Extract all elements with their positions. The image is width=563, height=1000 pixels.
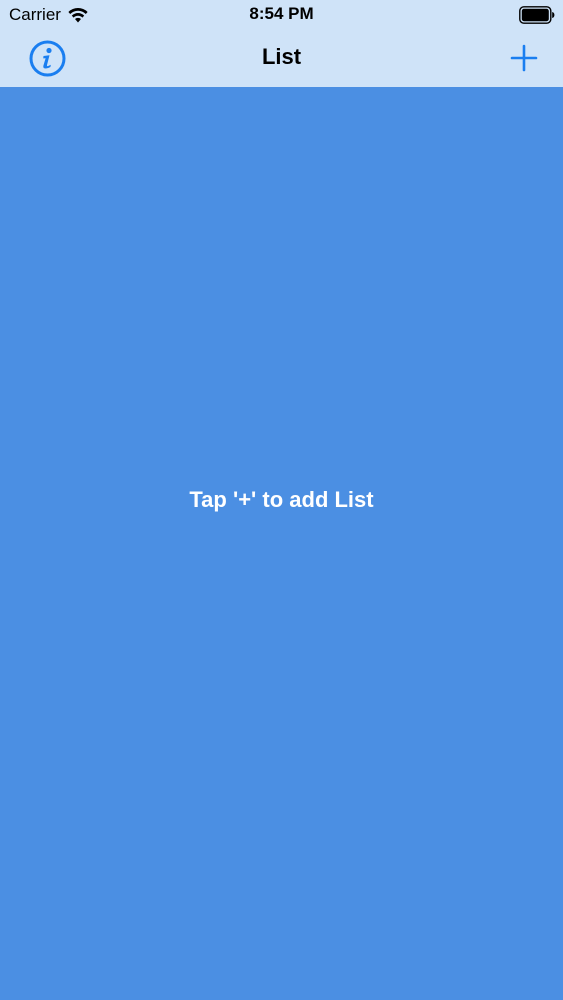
- page-title: List: [261, 44, 302, 69]
- battery-icon: [519, 6, 555, 24]
- plus-icon[interactable]: [509, 43, 539, 73]
- navigation-bar: List: [0, 30, 563, 87]
- empty-state-message: Tap '+' to add List: [189, 487, 374, 512]
- list-content-area: Tap '+' to add List: [0, 87, 563, 1000]
- top-bar: Carrier 8:54 PM List: [0, 0, 563, 87]
- status-bar: Carrier 8:54 PM: [0, 0, 563, 30]
- status-time: 8:54 PM: [249, 4, 314, 23]
